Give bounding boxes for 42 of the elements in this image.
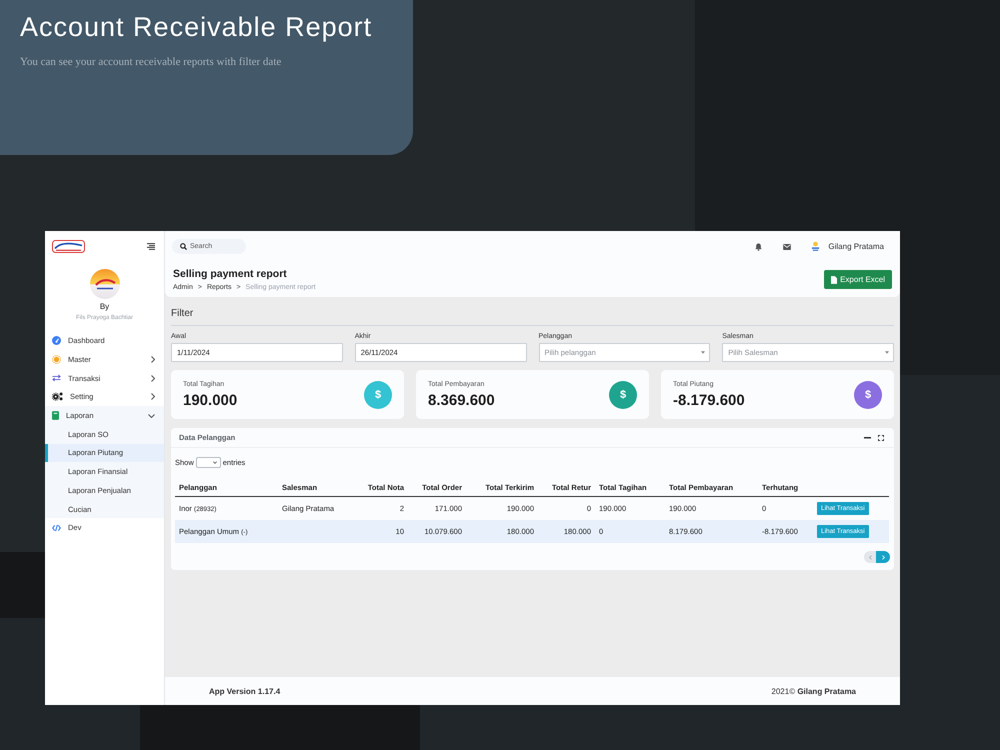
sun-icon (52, 355, 61, 364)
menu-icon[interactable] (147, 242, 155, 250)
page-subtitle: You can see your account receivable reports with filter date (20, 55, 282, 69)
user-avatar-icon[interactable] (811, 241, 820, 252)
dollar-icon: $ (609, 380, 637, 408)
expand-icon[interactable] (878, 434, 884, 440)
gears-icon (52, 392, 63, 402)
chevron-left-icon (868, 554, 872, 560)
bell-icon[interactable] (755, 242, 762, 250)
swap-arrows-icon (52, 374, 61, 382)
backdrop-shape (0, 552, 45, 618)
page-title: Account Receivable Report (20, 11, 372, 44)
minus-icon[interactable] (864, 436, 871, 438)
caret-icon (885, 351, 889, 354)
logo[interactable] (52, 240, 85, 252)
card-value: 8.369.600 (428, 392, 495, 410)
dollar-icon: $ (854, 380, 882, 408)
code-icon (52, 524, 61, 532)
dollar-icon: $ (364, 380, 392, 408)
mail-icon[interactable] (783, 244, 792, 250)
search-icon (180, 243, 187, 250)
gauge-icon (52, 336, 61, 346)
next-page-button[interactable] (876, 551, 890, 563)
chevron-right-icon (882, 554, 884, 560)
file-icon (831, 276, 838, 284)
logo-avatar (90, 269, 120, 299)
chevron-right-icon (151, 393, 155, 400)
card-value: 190.000 (183, 392, 238, 410)
by-label: By (100, 302, 110, 312)
report-title: Selling payment report (173, 266, 288, 280)
copyright-text: 2021© Gilang Pratama (771, 686, 856, 696)
book-icon (52, 411, 59, 420)
chevron-down-icon (212, 461, 217, 464)
export-excel-button[interactable]: Export Excel (824, 270, 892, 289)
chevron-right-icon (151, 374, 155, 382)
card-value: -8.179.600 (673, 392, 745, 410)
user-name[interactable]: Gilang Pratama (828, 242, 884, 251)
chevron-right-icon (151, 356, 155, 364)
app-version: App Version 1.17.4 (209, 686, 280, 696)
chevron-down-icon (148, 414, 155, 418)
caret-icon (701, 351, 706, 354)
filter-heading: Filter (171, 308, 194, 319)
